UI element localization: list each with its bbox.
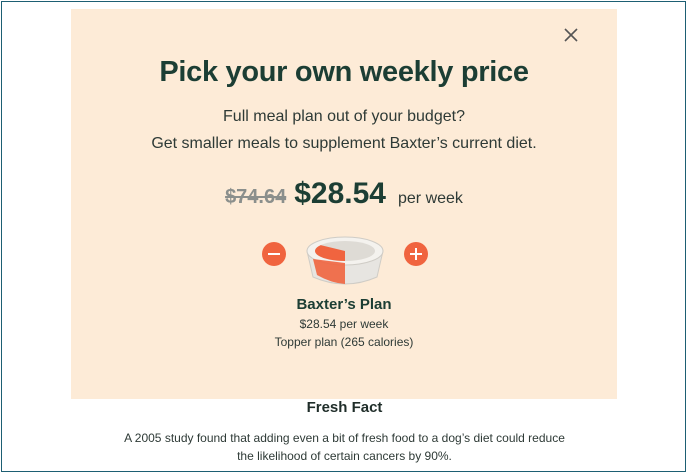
original-price: $74.64 [225,186,287,208]
panel-wave-edge [71,360,617,386]
plus-icon-vertical [415,248,417,260]
subtitle-line-1: Full meal plan out of your budget? [223,108,465,125]
modal-title: Pick your own weekly price [159,56,529,88]
close-icon[interactable] [561,25,581,45]
plan-name: Baxter’s Plan [296,296,392,313]
fact-title: Fresh Fact [306,399,383,416]
current-price: $28.54 [294,177,386,210]
price-row: $74.64 $28.54 per week [71,177,617,211]
bowl-icon [306,236,384,285]
fact-text-line-1: A 2005 study found that adding even a bi… [124,431,565,445]
minus-icon [268,253,280,255]
plan-type: Topper plan (265 calories) [274,335,414,349]
fact-text-line-2: the likelihood of certain cancers by 90%… [237,449,452,463]
price-modal: Pick your own weekly price Full meal pla… [71,9,617,399]
plan-price: $28.54 per week [299,317,389,331]
decrease-portion-button[interactable] [262,242,286,266]
subtitle-line-2: Get smaller meals to supplement Baxter’s… [151,135,537,152]
increase-portion-button[interactable] [404,242,428,266]
price-period: per week [398,190,463,207]
bowl-fill-body [313,259,345,284]
